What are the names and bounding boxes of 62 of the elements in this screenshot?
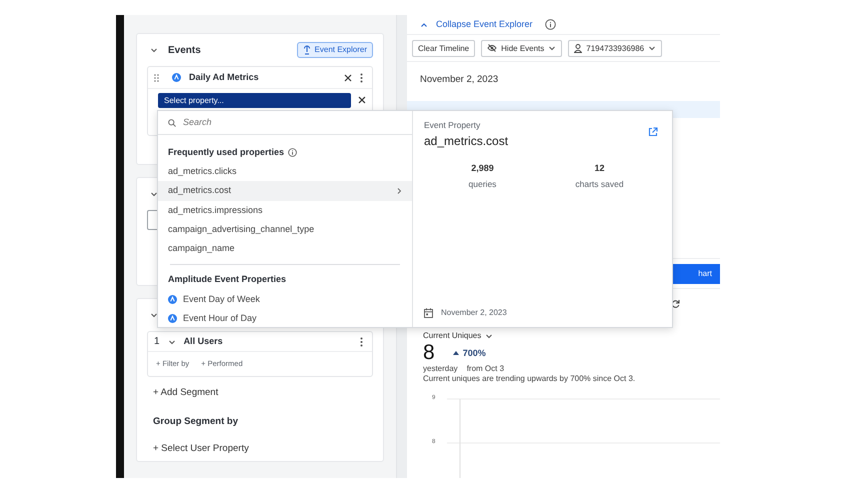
metric-summary: Current uniques are trending upwards by 700% since Oct 3.	[422, 374, 636, 384]
section-title: Events	[168, 44, 201, 58]
metric-dropdown[interactable]: Current Uniques	[423, 327, 494, 342]
chevron-down-icon[interactable]	[485, 332, 494, 340]
up-triangle-icon	[452, 351, 459, 356]
chevron-right-icon	[396, 186, 402, 195]
property-name: ad_metrics.cost	[424, 132, 508, 150]
caret-icon[interactable]	[548, 44, 556, 52]
event-explorer-button[interactable]: Event Explorer	[296, 42, 373, 58]
close-icon[interactable]	[358, 96, 366, 104]
search-icon	[168, 118, 176, 126]
info-icon[interactable]	[544, 19, 556, 30]
stat-label: queries	[468, 178, 498, 191]
amplitude-icon	[172, 73, 181, 82]
event-name: Daily Ad Metrics	[189, 70, 259, 84]
property-option[interactable]: campaign_name	[158, 239, 412, 258]
calendar-icon	[424, 308, 433, 318]
property-date: November 2, 2023	[441, 307, 507, 319]
group-segment-title: Group Segment by	[152, 415, 239, 430]
chevron-down-icon[interactable]	[150, 190, 158, 198]
more-icon[interactable]	[360, 336, 363, 346]
value-caption: yesterday	[423, 364, 458, 374]
amplitude-icon	[168, 294, 177, 304]
change-caption: from Oct 3	[466, 364, 504, 374]
property-option[interactable]: ad_metrics.clicks	[158, 162, 412, 182]
property-option[interactable]: Event Day of Week	[158, 289, 412, 309]
property-option[interactable]: Event Hour of Day	[158, 308, 412, 328]
property-select[interactable]: Select property...	[158, 92, 352, 108]
property-type: Event Property	[424, 119, 482, 132]
stat-label: charts saved	[574, 178, 625, 191]
change-value: 700%	[452, 346, 486, 360]
refresh-icon[interactable]	[671, 299, 680, 308]
property-option[interactable]: ad_metrics.impressions	[158, 200, 412, 220]
eye-slash-icon	[487, 44, 498, 52]
user-dropdown[interactable]: 7194733936986	[568, 40, 662, 56]
chevron-down-icon[interactable]	[150, 311, 158, 319]
more-icon[interactable]	[360, 72, 363, 82]
chevron-down-icon[interactable]	[168, 338, 176, 346]
caret-icon[interactable]	[648, 44, 656, 52]
close-icon[interactable]	[344, 74, 352, 82]
select-user-property-link[interactable]: + Select User Property	[137, 430, 383, 456]
clear-timeline-button[interactable]: Clear Timeline	[412, 40, 476, 56]
metric-value: 8	[423, 342, 435, 364]
group-heading: Amplitude Event Properties	[168, 273, 286, 286]
stat-value: 2,989	[470, 162, 495, 175]
property-option[interactable]: ad_metrics.cost	[158, 181, 412, 201]
add-segment-link[interactable]: + Add Segment	[137, 377, 383, 400]
info-icon[interactable]	[288, 148, 298, 156]
stat-value: 12	[593, 162, 606, 175]
drag-handle-icon[interactable]	[154, 74, 159, 82]
hide-events-dropdown[interactable]: Hide Events	[481, 40, 562, 56]
external-link-icon[interactable]	[648, 127, 658, 137]
amplitude-icon	[168, 314, 177, 323]
collapse-link[interactable]: Collapse Event Explorer	[420, 18, 533, 32]
segment-index: 1	[154, 335, 160, 349]
segment-name: All Users	[184, 334, 223, 348]
group-heading: Frequently used properties	[168, 146, 284, 159]
chevron-up-icon	[420, 20, 428, 28]
property-option[interactable]: campaign_advertising_channel_type	[158, 220, 412, 240]
timeline-date: November 2, 2023	[419, 73, 500, 87]
chevron-down-icon[interactable]	[150, 46, 158, 54]
person-icon	[574, 44, 582, 52]
